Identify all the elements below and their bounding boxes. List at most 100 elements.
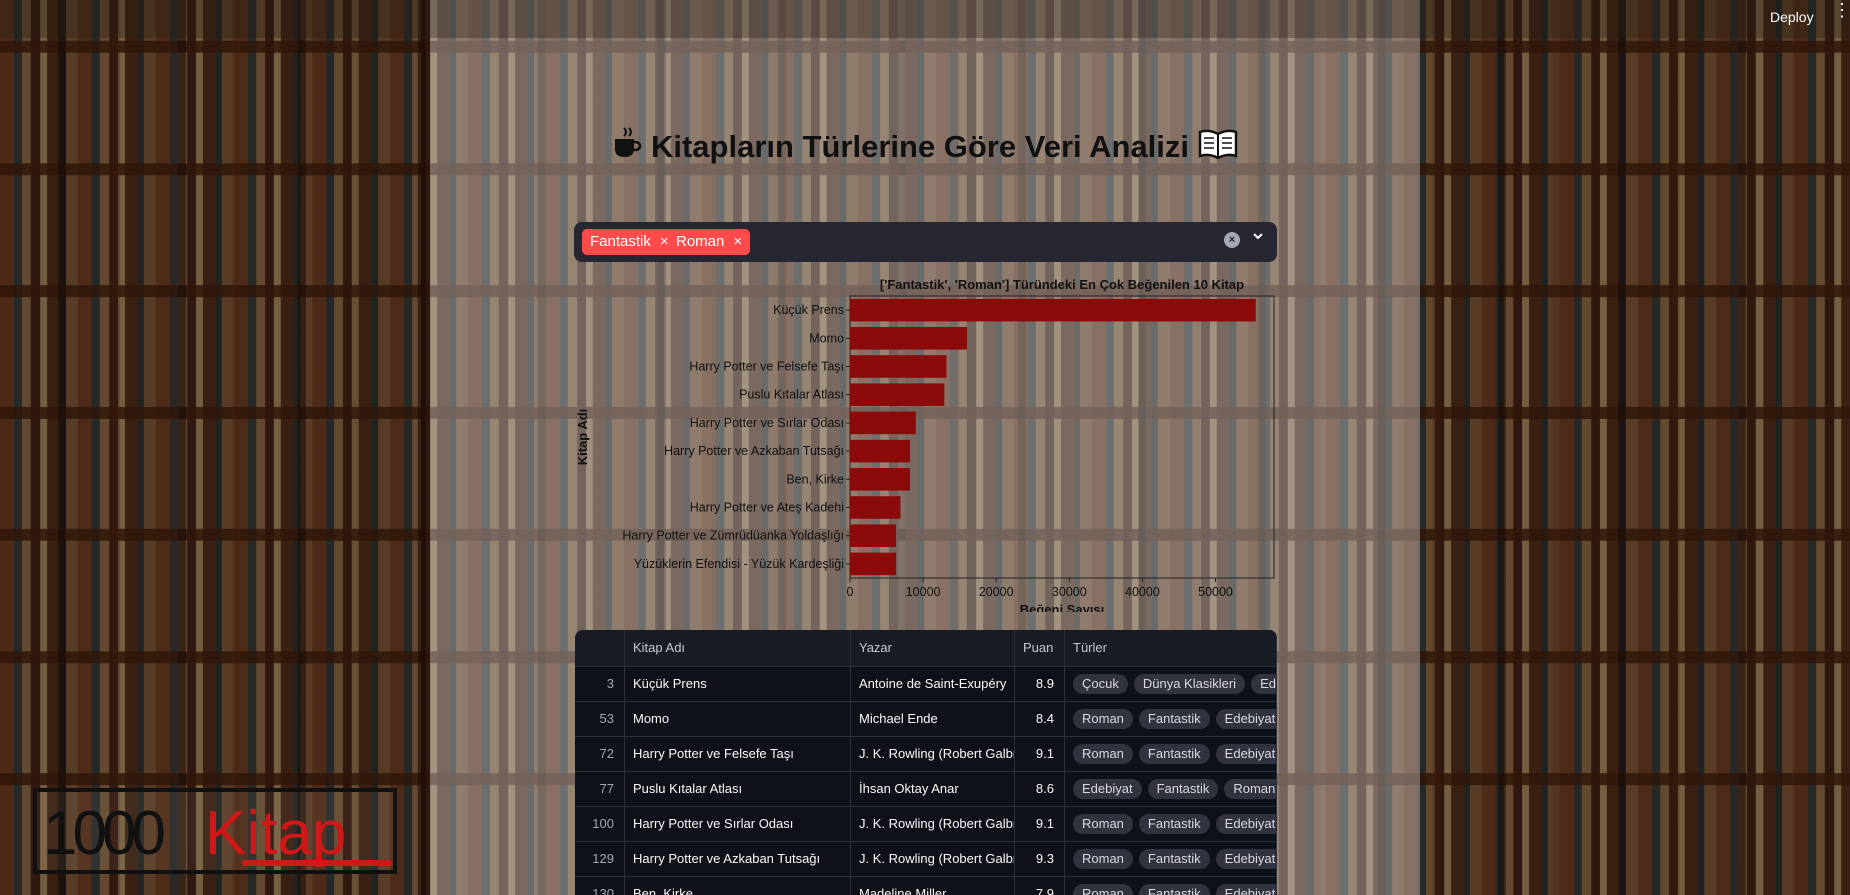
book-title-cell: Harry Potter ve Azkaban Tutsağı bbox=[625, 841, 851, 876]
y-tick-label: Harry Potter ve Ateş Kadehi bbox=[690, 501, 844, 515]
y-tick-label: Harry Potter ve Zümrüdüanka Yoldaşlığı bbox=[622, 529, 844, 543]
table-row[interactable]: 77 Puslu Kıtalar Atlası İhsan Oktay Anar 8.… bbox=[575, 771, 1277, 807]
genre-pill: Fantastik bbox=[1147, 779, 1219, 799]
genres-cell: Roman Fantastik Edebiyat bbox=[1065, 876, 1277, 895]
genre-pill: Edebiyat bbox=[1251, 674, 1276, 694]
bar bbox=[850, 355, 947, 378]
genre-pill: Roman bbox=[1073, 709, 1133, 729]
page-title-text: Kitapların Türlerine Göre Veri Analizi bbox=[650, 129, 1190, 164]
chevron-down-icon[interactable] bbox=[1250, 229, 1266, 249]
bar bbox=[850, 327, 967, 350]
row-index: 72 bbox=[575, 736, 625, 771]
author-cell: J. K. Rowling (Robert Galbraith) bbox=[851, 841, 1015, 876]
y-tick-label: Küçük Prens bbox=[773, 303, 844, 317]
score-cell: 9.1 bbox=[1015, 806, 1065, 841]
score-cell: 9.1 bbox=[1015, 736, 1065, 771]
row-index: 130 bbox=[575, 876, 625, 895]
genres-cell: Edebiyat Fantastik Roman bbox=[1065, 771, 1277, 806]
column-header[interactable]: Puan bbox=[1015, 630, 1065, 666]
author-cell: J. K. Rowling (Robert Galbraith) bbox=[851, 736, 1015, 771]
table-row[interactable]: 72 Harry Potter ve Felsefe Taşı J. K. Rowl… bbox=[575, 736, 1277, 772]
genre-pill: Fantastik bbox=[1138, 849, 1210, 869]
genre-pill: Edebiyat bbox=[1215, 709, 1276, 729]
clear-circle-icon[interactable]: × bbox=[1224, 232, 1240, 248]
genres-cell: Roman Fantastik Edebiyat bbox=[1065, 701, 1277, 736]
y-tick-label: Harry Potter ve Felsefe Taşı bbox=[689, 360, 844, 374]
table-row[interactable]: 53 Momo Michael Ende 8.4 Roman Fantastik Edebi… bbox=[575, 701, 1277, 737]
column-header[interactable]: Yazar bbox=[851, 630, 1015, 666]
coffee-cup-icon bbox=[612, 126, 642, 168]
column-header[interactable]: Kitap Adı bbox=[625, 630, 851, 666]
genre-pill: Çocuk bbox=[1073, 674, 1128, 694]
genre-pill: Fantastik bbox=[1138, 814, 1210, 834]
score-cell: 9.3 bbox=[1015, 841, 1065, 876]
logo-number: 1000 bbox=[43, 799, 166, 868]
x-tick-label: 40000 bbox=[1125, 585, 1160, 599]
book-title-cell: Puslu Kıtalar Atlası bbox=[625, 771, 851, 806]
genres-cell: ÇocukDünya KlasikleriEdebiyat bbox=[1065, 666, 1277, 701]
book-title-cell: Harry Potter ve Felsefe Taşı bbox=[625, 736, 851, 771]
genres-cell: Roman Fantastik Edebiyat bbox=[1065, 806, 1277, 841]
table-header: Kitap Adı Yazar Puan Türler bbox=[575, 630, 1277, 667]
author-cell: İhsan Oktay Anar bbox=[851, 771, 1015, 806]
x-tick-label: 20000 bbox=[979, 585, 1014, 599]
site-logo: 1000 Kitap bbox=[33, 788, 397, 874]
top-toolbar bbox=[0, 0, 1850, 38]
genre-pill: Dünya Klasikleri bbox=[1133, 674, 1246, 694]
genre-pill: Edebiyat bbox=[1073, 779, 1142, 799]
y-tick-label: Yüzüklerin Efendisi - Yüzük Kardeşliği bbox=[634, 557, 844, 571]
deploy-button[interactable]: Deploy bbox=[1764, 7, 1820, 27]
logo-word: Kitap bbox=[205, 799, 347, 868]
bar-chart-svg: ['Fantastik', 'Roman'] Türündeki En Çok … bbox=[575, 277, 1275, 612]
y-axis-label: Kitap Adı bbox=[575, 409, 590, 466]
remove-tag-icon[interactable]: × bbox=[733, 233, 742, 250]
genre-pill: Fantastik bbox=[1138, 884, 1210, 895]
genre-pill: Roman bbox=[1073, 814, 1133, 834]
genre-pill: Edebiyat bbox=[1215, 814, 1276, 834]
y-tick-label: Harry Potter ve Sırlar Odası bbox=[690, 416, 844, 430]
logo-underline bbox=[242, 860, 392, 866]
x-tick-label: 0 bbox=[847, 585, 854, 599]
table-row[interactable]: 130 Ben, Kirke Madeline Miller 7.9 Roman Fant… bbox=[575, 876, 1277, 895]
bar bbox=[850, 383, 945, 406]
table-row[interactable]: 3 Küçük Prens Antoine de Saint-Exupéry 8.9 Ç… bbox=[575, 666, 1277, 702]
genre-multiselect[interactable]: Fantastik × Roman × × bbox=[574, 222, 1277, 262]
x-tick-label: 30000 bbox=[1052, 585, 1087, 599]
tag-fantastik: Fantastik × bbox=[582, 229, 677, 255]
author-cell: Madeline Miller bbox=[851, 876, 1015, 895]
y-tick-label: Momo bbox=[809, 331, 844, 345]
book-title-cell: Harry Potter ve Sırlar Odası bbox=[625, 806, 851, 841]
score-cell: 8.9 bbox=[1015, 666, 1065, 701]
tag-label: Fantastik bbox=[590, 233, 651, 250]
bar bbox=[850, 524, 897, 547]
genre-pill: Edebiyat bbox=[1215, 849, 1276, 869]
genre-pill: Edebiyat bbox=[1215, 884, 1276, 895]
column-header[interactable] bbox=[575, 630, 625, 666]
y-tick-label: Ben, Kirke bbox=[786, 472, 844, 486]
table-row[interactable]: 100 Harry Potter ve Sırlar Odası J. K. Row… bbox=[575, 806, 1277, 842]
book-title-cell: Ben, Kirke bbox=[625, 876, 851, 895]
bar bbox=[850, 552, 897, 576]
genre-pill: Fantastik bbox=[1138, 709, 1210, 729]
column-header[interactable]: Türler bbox=[1065, 630, 1277, 666]
genre-pill: Edebiyat bbox=[1215, 744, 1276, 764]
bar bbox=[850, 439, 910, 463]
author-cell: Michael Ende bbox=[851, 701, 1015, 736]
score-cell: 8.4 bbox=[1015, 701, 1065, 736]
books-table[interactable]: Kitap Adı Yazar Puan Türler 3 Küçük Prens Ant… bbox=[575, 630, 1277, 895]
y-tick-label: Puslu Kıtalar Atlası bbox=[739, 388, 844, 402]
tag-label: Roman bbox=[676, 233, 725, 250]
genre-pill: Roman bbox=[1224, 779, 1276, 799]
genre-pill: Roman bbox=[1073, 884, 1133, 895]
score-cell: 8.6 bbox=[1015, 771, 1065, 806]
x-tick-label: 50000 bbox=[1198, 585, 1233, 599]
book-title-cell: Momo bbox=[625, 701, 851, 736]
book-title-cell: Küçük Prens bbox=[625, 666, 851, 701]
bar bbox=[850, 468, 910, 491]
vertical-dots-icon[interactable]: ⋮ bbox=[1833, 1, 1850, 19]
row-index: 53 bbox=[575, 701, 625, 736]
table-row[interactable]: 129 Harry Potter ve Azkaban Tutsağı J. K. … bbox=[575, 841, 1277, 877]
genre-pill: Roman bbox=[1073, 849, 1133, 869]
row-index: 77 bbox=[575, 771, 625, 806]
tag-roman: Roman × bbox=[668, 229, 751, 255]
